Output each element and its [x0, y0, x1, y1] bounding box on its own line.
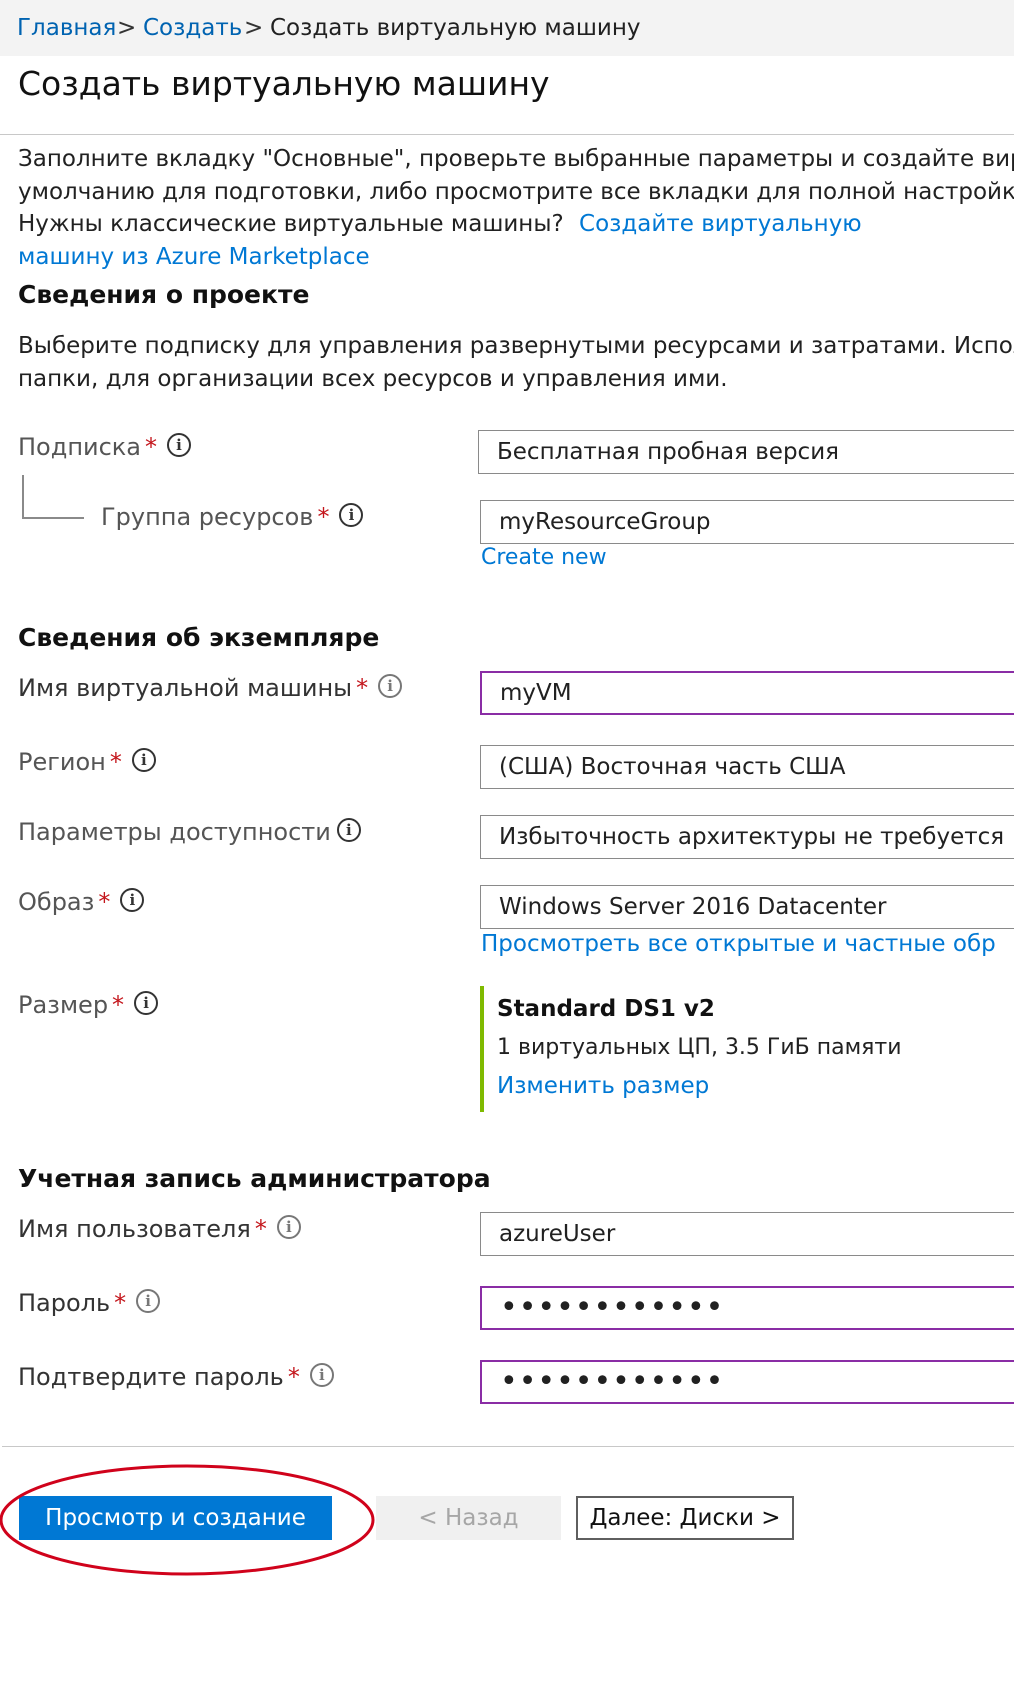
chevron-right-icon: >	[244, 15, 264, 41]
divider	[0, 134, 1014, 135]
breadcrumb-home-link[interactable]: Главная	[17, 15, 116, 41]
resource-group-label: Группа ресурсов * i	[101, 503, 364, 531]
project-desc-line-2: папки, для организации всех ресурсов и у…	[18, 366, 728, 392]
project-details-heading: Сведения о проекте	[18, 280, 310, 309]
password-label: Пароль * i	[18, 1289, 161, 1317]
tree-connector	[22, 475, 24, 519]
image-select[interactable]: Windows Server 2016 Datacenter	[480, 885, 1014, 929]
availability-select[interactable]: Избыточность архитектуры не требуется	[480, 815, 1014, 859]
region-select[interactable]: (США) Восточная часть США	[480, 745, 1014, 789]
required-mark: *	[254, 1215, 267, 1243]
marketplace-link[interactable]: Создайте виртуальную	[579, 211, 862, 237]
required-mark: *	[109, 748, 122, 776]
confirm-password-label: Подтвердите пароль * i	[18, 1363, 334, 1391]
size-summary: Standard DS1 v2 1 виртуальных ЦП, 3.5 Ги…	[480, 986, 1014, 1112]
image-label: Образ * i	[18, 888, 145, 916]
intro-line-1: Заполните вкладку "Основные", проверьте …	[18, 146, 1014, 172]
info-icon[interactable]: i	[131, 748, 156, 772]
instance-details-heading: Сведения об экземпляре	[18, 623, 380, 652]
breadcrumb: Главная > Создать > Создать виртуальную …	[0, 0, 1014, 56]
info-icon[interactable]: i	[134, 991, 159, 1015]
size-name: Standard DS1 v2	[497, 996, 715, 1022]
next-disks-button[interactable]: Далее: Диски >	[576, 1496, 794, 1540]
required-mark: *	[317, 503, 330, 531]
page-title: Создать виртуальную машину	[18, 64, 550, 103]
availability-label: Параметры доступности i	[18, 818, 361, 846]
info-icon[interactable]: i	[339, 503, 364, 527]
highlight-ellipse	[0, 1464, 375, 1576]
required-mark: *	[98, 888, 111, 916]
intro-line-2: умолчанию для подготовки, либо просмотри…	[18, 179, 1014, 205]
required-mark: *	[356, 674, 369, 702]
region-label: Регион * i	[18, 748, 156, 776]
project-desc-line-1: Выберите подписку для управления разверн…	[18, 333, 1014, 359]
intro-classic-text: Нужны классические виртуальные машины?	[18, 211, 564, 237]
info-icon[interactable]: i	[276, 1215, 301, 1239]
marketplace-link-continued[interactable]: машину из Azure Marketplace	[18, 240, 370, 275]
admin-account-heading: Учетная запись администратора	[18, 1164, 491, 1193]
password-input[interactable]: ••••••••••••	[480, 1286, 1014, 1330]
breadcrumb-current: Создать виртуальную машину	[270, 15, 641, 41]
info-icon[interactable]: i	[120, 888, 145, 912]
vm-name-label: Имя виртуальной машины * i	[18, 674, 403, 702]
chevron-right-icon: >	[117, 15, 137, 41]
size-description: 1 виртуальных ЦП, 3.5 ГиБ памяти	[497, 1035, 902, 1060]
footer-divider	[2, 1446, 1014, 1447]
info-icon[interactable]: i	[336, 818, 361, 842]
info-icon[interactable]: i	[136, 1289, 161, 1313]
info-icon[interactable]: i	[378, 674, 403, 698]
required-mark: *	[145, 433, 158, 461]
required-mark: *	[114, 1289, 127, 1317]
info-icon[interactable]: i	[309, 1363, 334, 1387]
vm-name-input[interactable]: myVM	[480, 671, 1014, 715]
subscription-select[interactable]: Бесплатная пробная версия	[478, 430, 1014, 474]
browse-images-link[interactable]: Просмотреть все открытые и частные обр	[481, 931, 996, 957]
username-input[interactable]: azureUser	[480, 1212, 1014, 1256]
create-new-link[interactable]: Create new	[481, 545, 607, 570]
tree-connector	[22, 517, 84, 519]
required-mark: *	[112, 991, 125, 1019]
breadcrumb-create-link[interactable]: Создать	[143, 15, 242, 41]
change-size-link[interactable]: Изменить размер	[497, 1073, 709, 1099]
resource-group-select[interactable]: myResourceGroup	[480, 500, 1014, 544]
confirm-password-input[interactable]: ••••••••••••	[480, 1360, 1014, 1404]
info-icon[interactable]: i	[167, 433, 192, 457]
size-label: Размер * i	[18, 991, 159, 1019]
subscription-label: Подписка * i	[18, 433, 192, 461]
username-label: Имя пользователя * i	[18, 1215, 301, 1243]
back-button[interactable]: < Назад	[376, 1496, 561, 1540]
required-mark: *	[287, 1363, 300, 1391]
